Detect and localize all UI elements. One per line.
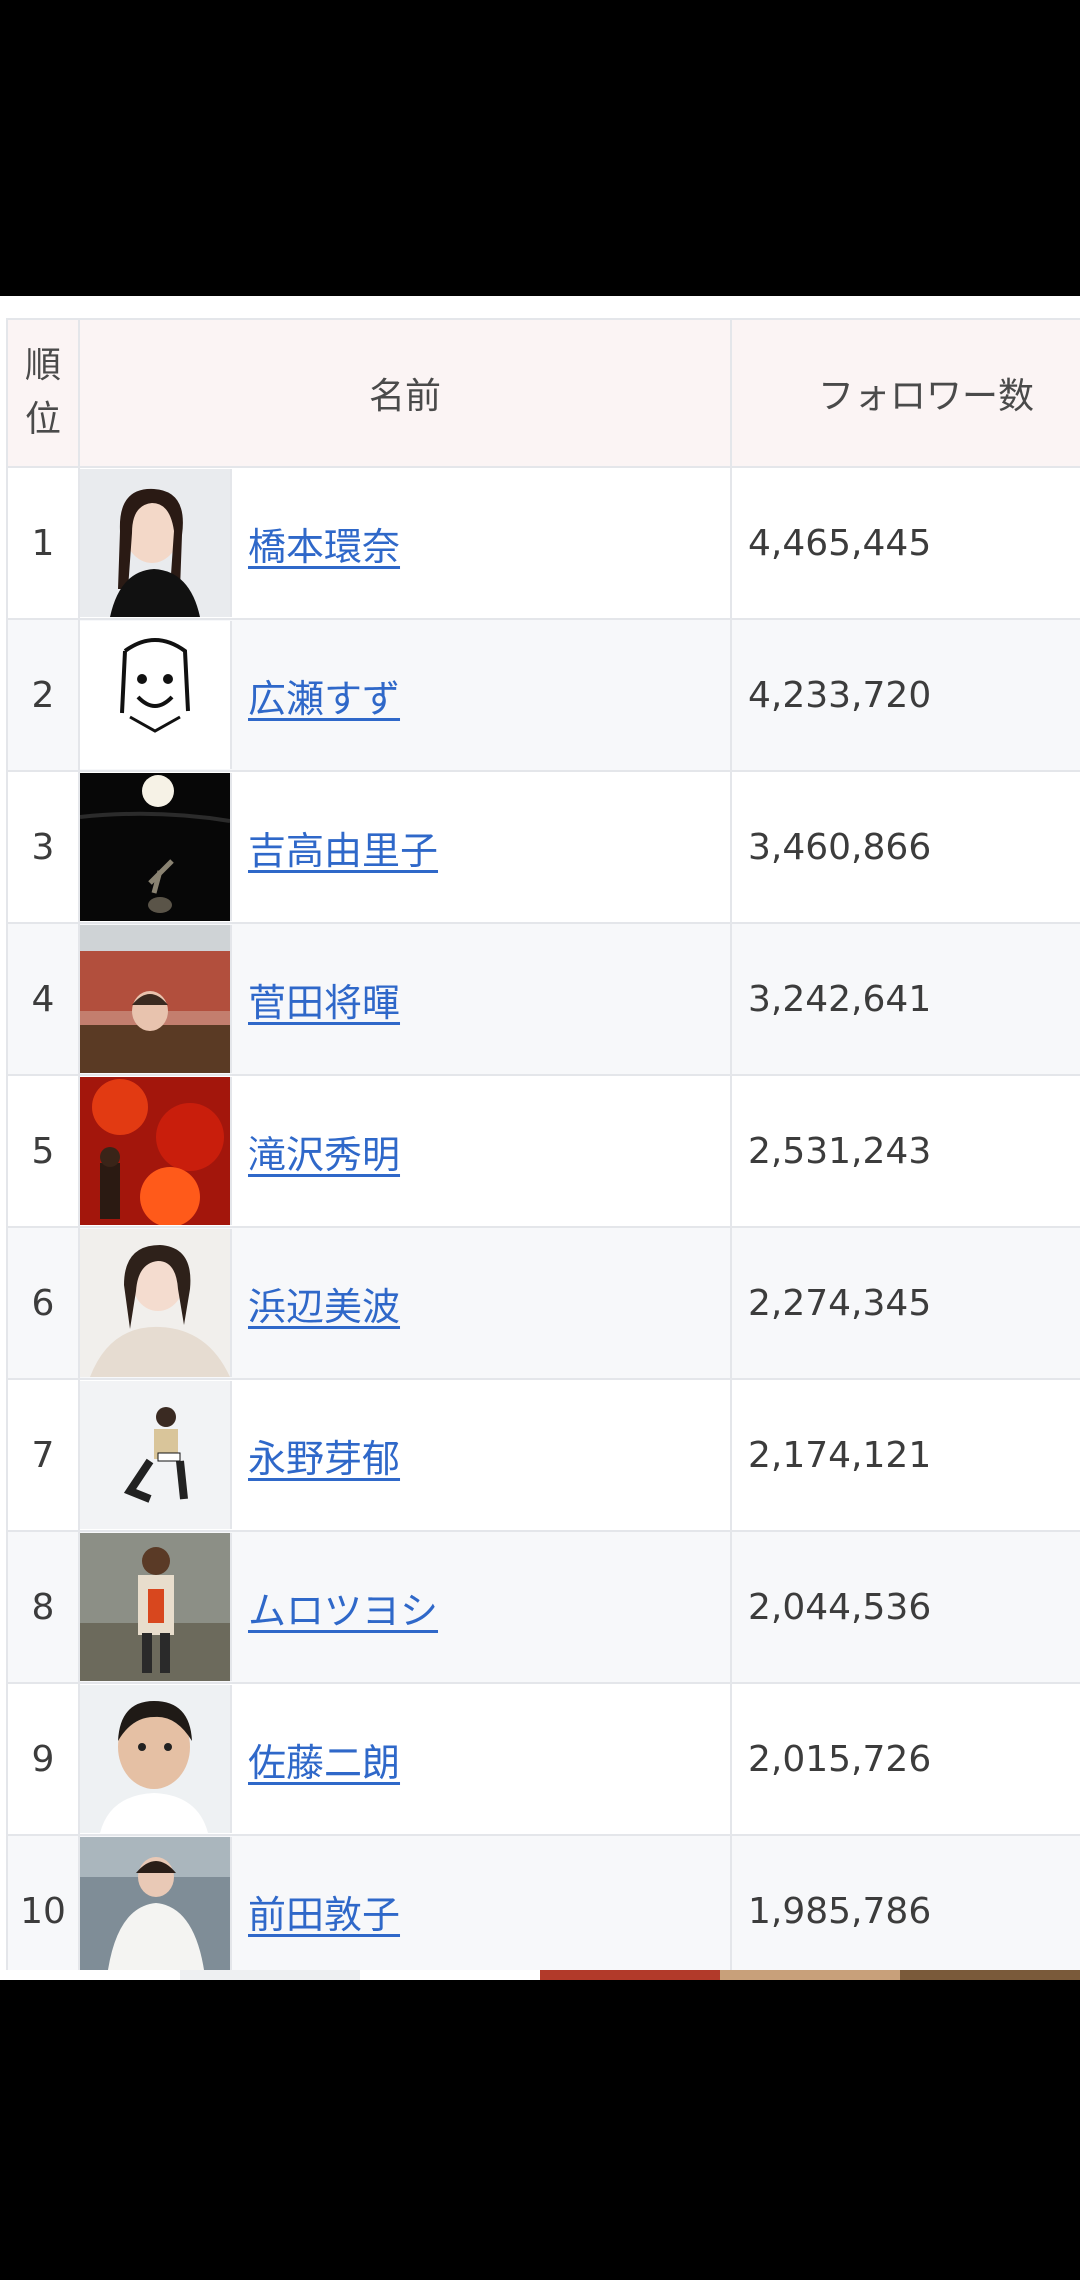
table-row: 6 浜辺美波 2,274,345: [6, 1226, 1080, 1380]
name-header: 名前: [78, 318, 732, 468]
followers-cell: 2,531,243: [730, 1074, 1080, 1228]
profile-link[interactable]: 広瀬すず: [248, 668, 400, 723]
name-cell: 橋本環奈: [78, 466, 732, 620]
rank-cell: 6: [6, 1226, 80, 1380]
table-row: 2 広瀬すず 4,233,720: [6, 618, 1080, 772]
night-moon-photo-icon[interactable]: [80, 773, 232, 921]
person-photo-icon[interactable]: [80, 1837, 232, 1980]
name-wrap: ムロツヨシ: [80, 1532, 730, 1682]
profile-link[interactable]: 吉高由里子: [248, 820, 438, 875]
name-wrap: 滝沢秀明: [80, 1076, 730, 1226]
followers-header: フォロワー数: [730, 318, 1080, 468]
table-row: 1 橋本環奈 4,465,445: [6, 466, 1080, 620]
name-wrap: 永野芽郁: [80, 1380, 730, 1530]
name-cell: 浜辺美波: [78, 1226, 732, 1380]
profile-link[interactable]: 永野芽郁: [248, 1428, 400, 1483]
profile-link[interactable]: 橋本環奈: [248, 516, 400, 571]
followers-cell: 4,465,445: [730, 466, 1080, 620]
rank-cell: 3: [6, 770, 80, 924]
person-photo-icon[interactable]: [80, 925, 232, 1073]
followers-cell: 3,460,866: [730, 770, 1080, 924]
rank-cell: 9: [6, 1682, 80, 1836]
rank-cell: 10: [6, 1834, 80, 1980]
profile-link[interactable]: 浜辺美波: [248, 1276, 400, 1331]
name-wrap: 浜辺美波: [80, 1228, 730, 1378]
name-wrap: 前田敦子: [80, 1836, 730, 1980]
name-wrap: 菅田将暉: [80, 924, 730, 1074]
next-section-preview: [0, 1970, 1080, 1980]
follower-ranking-table: 順位 名前 フォロワー数 1 橋本環奈 4,465,445 2 広瀬すず 4,233,72…: [6, 318, 1080, 1980]
name-cell: 永野芽郁: [78, 1378, 732, 1532]
name-cell: 広瀬すず: [78, 618, 732, 772]
followers-cell: 3,242,641: [730, 922, 1080, 1076]
table-row: 5 滝沢秀明 2,531,243: [6, 1074, 1080, 1228]
fire-photo-icon[interactable]: [80, 1077, 232, 1225]
name-cell: 菅田将暉: [78, 922, 732, 1076]
table-row: 7 永野芽郁 2,174,121: [6, 1378, 1080, 1532]
person-photo-icon[interactable]: [80, 469, 232, 617]
table-row: 9 佐藤二朗 2,015,726: [6, 1682, 1080, 1836]
rank-header: 順位: [6, 318, 80, 468]
profile-link[interactable]: 滝沢秀明: [248, 1124, 400, 1179]
ranking-content: 順位 名前 フォロワー数 1 橋本環奈 4,465,445 2 広瀬すず 4,233,72…: [0, 296, 1080, 1980]
followers-cell: 2,044,536: [730, 1530, 1080, 1684]
table-row: 10 前田敦子 1,985,786: [6, 1834, 1080, 1980]
followers-cell: 2,274,345: [730, 1226, 1080, 1380]
name-cell: 佐藤二朗: [78, 1682, 732, 1836]
rank-cell: 2: [6, 618, 80, 772]
name-wrap: 広瀬すず: [80, 620, 730, 770]
followers-cell: 2,174,121: [730, 1378, 1080, 1532]
table-row: 8 ムロツヨシ 2,044,536: [6, 1530, 1080, 1684]
person-photo-icon[interactable]: [80, 1381, 232, 1529]
name-wrap: 橋本環奈: [80, 468, 730, 618]
status-bar-area: [0, 0, 1080, 296]
rank-cell: 1: [6, 466, 80, 620]
profile-link[interactable]: ムロツヨシ: [248, 1580, 438, 1635]
person-photo-icon[interactable]: [80, 1533, 232, 1681]
person-photo-icon[interactable]: [80, 1229, 232, 1377]
rank-cell: 7: [6, 1378, 80, 1532]
name-wrap: 吉高由里子: [80, 772, 730, 922]
profile-link[interactable]: 佐藤二朗: [248, 1732, 400, 1787]
rank-cell: 8: [6, 1530, 80, 1684]
table-row: 3 吉高由里子 3,460,866: [6, 770, 1080, 924]
rank-cell: 5: [6, 1074, 80, 1228]
table-header-row: 順位 名前 フォロワー数: [6, 318, 1080, 468]
table-row: 4 菅田将暉 3,242,641: [6, 922, 1080, 1076]
name-cell: 吉高由里子: [78, 770, 732, 924]
name-wrap: 佐藤二朗: [80, 1684, 730, 1834]
drawing-photo-icon[interactable]: [80, 621, 232, 769]
followers-cell: 2,015,726: [730, 1682, 1080, 1836]
rank-cell: 4: [6, 922, 80, 1076]
name-cell: 滝沢秀明: [78, 1074, 732, 1228]
followers-cell: 1,985,786: [730, 1834, 1080, 1980]
profile-link[interactable]: 菅田将暉: [248, 972, 400, 1027]
profile-link[interactable]: 前田敦子: [248, 1884, 400, 1939]
person-photo-icon[interactable]: [80, 1685, 232, 1833]
name-cell: ムロツヨシ: [78, 1530, 732, 1684]
followers-cell: 4,233,720: [730, 618, 1080, 772]
name-cell: 前田敦子: [78, 1834, 732, 1980]
